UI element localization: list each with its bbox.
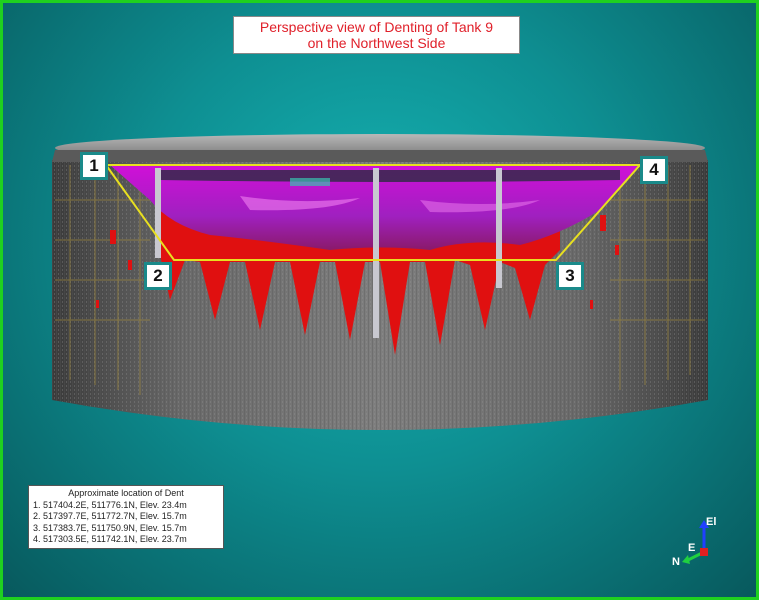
marker-1: 1 xyxy=(80,152,108,180)
legend-item-1: 1. 517404.2E, 511776.1N, Elev. 23.4m xyxy=(33,499,187,510)
title-box: Perspective view of Denting of Tank 9 on… xyxy=(233,16,520,54)
title-line-2: on the Northwest Side xyxy=(307,35,446,51)
axis-label-e: E xyxy=(688,542,696,554)
legend-item-3: 3. 517383.7E, 511750.9N, Elev. 15.7m xyxy=(33,522,187,533)
dent-location-legend: Approximate location of Dent 1. 517404.2… xyxy=(28,485,224,549)
legend-item-2: 2. 517397.7E, 511772.7N, Elev. 15.7m xyxy=(33,511,187,521)
legend-heading: Approximate location of Dent xyxy=(68,488,184,498)
axis-label-n: N xyxy=(672,556,680,568)
orientation-axes: El E N xyxy=(666,512,726,572)
marker-4: 4 xyxy=(640,156,668,184)
marker-3: 3 xyxy=(556,262,584,290)
title-line-1: Perspective view of Denting of Tank 9 xyxy=(259,19,494,35)
legend-item-4: 4. 517303.5E, 511742.1N, Elev. 23.7m xyxy=(33,534,187,544)
marker-2: 2 xyxy=(144,262,172,290)
axis-label-el: El xyxy=(706,516,717,528)
